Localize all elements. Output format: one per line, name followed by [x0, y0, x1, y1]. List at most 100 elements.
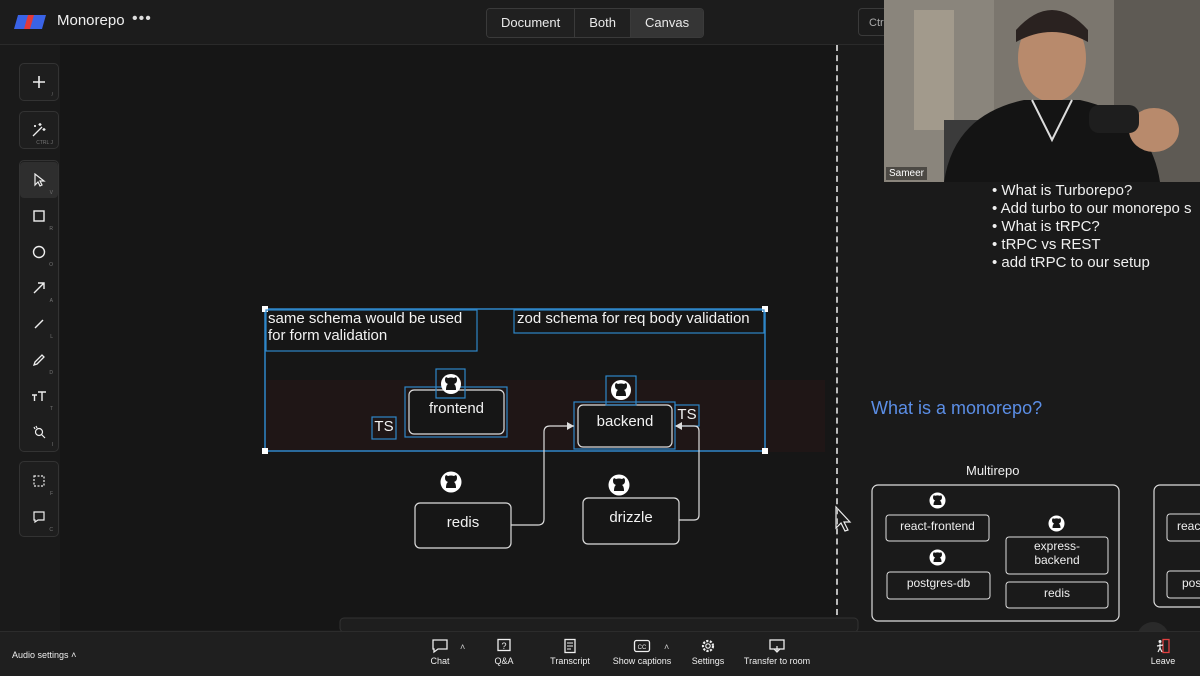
arrow-tool-button[interactable]: A — [20, 270, 58, 306]
chevron-up-icon[interactable]: ˄ — [664, 642, 669, 652]
github-icon — [611, 380, 631, 400]
redis-label[interactable]: redis — [415, 514, 511, 531]
ts-label[interactable]: TS — [675, 406, 699, 423]
comment-icon — [33, 511, 45, 524]
repo-label-peek[interactable]: reac — [1177, 519, 1200, 533]
select-tool-button[interactable]: V — [20, 162, 58, 198]
shortcut-key: / — [51, 92, 53, 98]
image-tool-button[interactable]: I — [20, 414, 58, 450]
selection-handle — [762, 448, 768, 454]
shortcut-key: C — [49, 527, 53, 533]
shortcut-key: CTRL J — [36, 140, 53, 146]
github-icon — [440, 471, 462, 493]
transfer-to-room-button[interactable]: Transfer to room — [742, 638, 812, 666]
magic-wand-icon — [32, 123, 46, 137]
shortcut-key: D — [49, 370, 53, 376]
shortcut-key: I — [51, 442, 53, 448]
transcript-icon — [564, 638, 576, 654]
settings-label: Settings — [691, 656, 725, 666]
question-icon: ? — [497, 638, 511, 652]
comment-tool-button[interactable]: C — [20, 499, 58, 535]
captions-label: Show captions — [612, 656, 672, 666]
video-frame — [884, 0, 1200, 182]
note-form-validation[interactable]: same schema would be used for form valid… — [268, 310, 462, 344]
ellipse-tool-button[interactable]: O — [20, 234, 58, 270]
svg-text:?: ? — [501, 641, 506, 651]
meeting-controls-bar — [0, 631, 1200, 676]
repo-label[interactable]: react-frontend — [886, 519, 989, 533]
transcript-button[interactable]: Transcript — [548, 638, 592, 666]
settings-button[interactable]: Settings — [689, 638, 727, 666]
agenda-item[interactable]: • tRPC vs REST — [992, 236, 1192, 254]
leave-label: Leave — [1150, 656, 1176, 666]
ts-label[interactable]: TS — [372, 418, 396, 435]
github-icon — [441, 374, 461, 394]
pointer-icon — [33, 173, 46, 187]
repo-label[interactable]: redis — [1006, 586, 1108, 600]
line-icon — [34, 319, 44, 329]
selection-handle — [262, 448, 268, 454]
transcript-label: Transcript — [550, 656, 590, 666]
add-button[interactable]: / — [20, 64, 58, 100]
agenda-item[interactable]: • What is tRPC? — [992, 218, 1192, 236]
agenda-item[interactable]: • Add turbo to our monorepo s — [992, 200, 1192, 218]
shortcut-key: F — [49, 491, 53, 497]
agenda-item[interactable]: • add tRPC to our setup — [992, 254, 1192, 272]
gear-icon — [701, 639, 715, 653]
canvas-divider[interactable] — [836, 45, 838, 615]
rectangle-tool-button[interactable]: R — [20, 198, 58, 234]
drizzle-label[interactable]: drizzle — [583, 509, 679, 526]
chevron-up-icon: ˄ — [71, 650, 77, 660]
leave-icon — [1156, 638, 1170, 654]
agenda-list: • What is Turborepo? • Add turbo to our … — [992, 182, 1192, 272]
qa-button[interactable]: ? Q&A — [490, 638, 518, 666]
chat-label: Chat — [430, 656, 450, 666]
shortcut-key: V — [49, 190, 53, 196]
rectangle-icon — [33, 210, 45, 222]
chat-button[interactable]: Chat — [425, 638, 455, 666]
chat-icon — [432, 639, 448, 654]
image-search-icon — [33, 425, 46, 439]
frame-tool-button[interactable]: F — [20, 463, 58, 499]
toolbar-group-ai: CTRL J — [19, 111, 59, 149]
text-tool-button[interactable]: T — [20, 378, 58, 414]
multirepo-label[interactable]: Multirepo — [966, 463, 1019, 478]
chevron-up-icon[interactable]: ˄ — [460, 642, 465, 652]
frontend-label[interactable]: frontend — [409, 400, 504, 417]
backend-label[interactable]: backend — [578, 413, 672, 430]
draw-tool-button[interactable]: D — [20, 342, 58, 378]
selection-handle — [762, 306, 768, 312]
agenda-item[interactable]: • What is Turborepo? — [992, 182, 1192, 200]
note-zod-schema[interactable]: zod schema for req body validation — [517, 310, 750, 327]
audio-settings-button[interactable]: Audio settings ˄ — [12, 650, 76, 660]
repo-label[interactable]: postgres-db — [887, 576, 990, 590]
toolbar-group-misc: F C — [19, 461, 59, 537]
magic-button[interactable]: CTRL J — [20, 112, 58, 148]
cast-icon — [769, 639, 785, 653]
audio-settings-label: Audio settings — [12, 650, 69, 660]
frame-icon — [33, 475, 45, 487]
line-tool-button[interactable]: L — [20, 306, 58, 342]
text-icon — [32, 391, 46, 401]
qa-label: Q&A — [494, 656, 514, 666]
github-icon — [929, 492, 946, 509]
leave-button[interactable]: Leave — [1148, 638, 1178, 666]
toolbar-group-add: / — [19, 63, 59, 101]
github-icon — [1048, 515, 1065, 532]
github-icon — [929, 549, 946, 566]
participant-name: Sameer — [886, 167, 928, 180]
participant-video[interactable] — [884, 0, 1200, 182]
shortcut-key: A — [49, 298, 53, 304]
toolbar-group-draw: V R O A L D T I — [19, 160, 59, 452]
shortcut-key: T — [49, 406, 53, 412]
monorepo-heading[interactable]: What is a monorepo? — [871, 398, 1042, 419]
captions-icon: CC — [633, 639, 651, 653]
shortcut-key: O — [49, 262, 53, 268]
repo-label-peek[interactable]: pos — [1182, 576, 1200, 590]
pencil-icon — [32, 354, 45, 367]
transfer-label: Transfer to room — [743, 656, 811, 666]
circle-icon — [32, 245, 46, 259]
repo-label[interactable]: express- backend — [1006, 539, 1108, 567]
arrow-icon — [33, 282, 45, 294]
plus-icon — [33, 76, 45, 88]
